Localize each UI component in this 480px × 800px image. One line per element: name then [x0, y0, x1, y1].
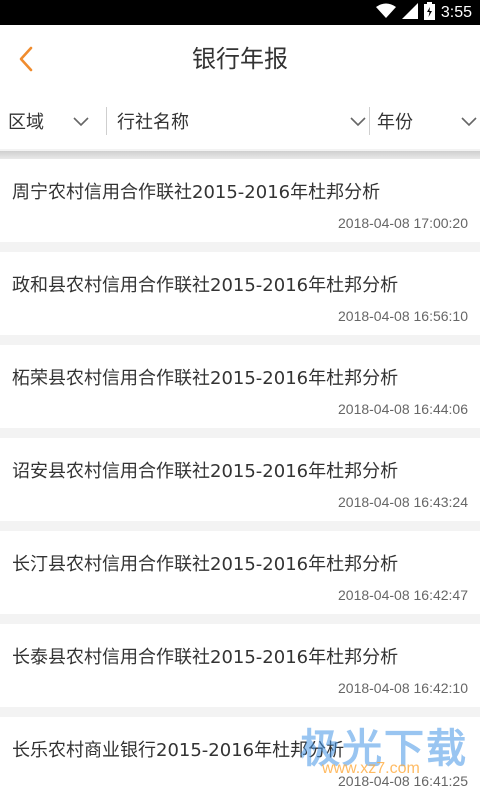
- battery-icon: [423, 1, 435, 25]
- report-time: 2018-04-08 16:42:47: [338, 587, 468, 603]
- filter-region-label: 区域: [8, 112, 44, 133]
- filter-year[interactable]: 年份: [370, 93, 480, 149]
- report-time: 2018-04-08 17:00:20: [338, 215, 468, 231]
- report-title: 长乐农村商业银行2015-2016年杜邦分析: [12, 740, 345, 761]
- filter-separator: [0, 151, 480, 159]
- chevron-left-icon: [19, 46, 33, 72]
- list-item[interactable]: 长泰县农村信用合作联社2015-2016年杜邦分析 2018-04-08 16:…: [0, 624, 480, 707]
- filter-region[interactable]: 区域: [0, 93, 106, 149]
- report-title: 柘荣县农村信用合作联社2015-2016年杜邦分析: [12, 368, 399, 389]
- filter-bar: 区域 行社名称 年份: [0, 93, 480, 149]
- report-time: 2018-04-08 16:43:24: [338, 494, 468, 510]
- watermark-url: www.xz7.com: [322, 760, 420, 777]
- chevron-down-icon: [461, 117, 477, 127]
- filter-bank-name-label: 行社名称: [117, 112, 189, 133]
- back-button[interactable]: [6, 37, 46, 81]
- report-title: 政和县农村信用合作联社2015-2016年杜邦分析: [12, 275, 399, 296]
- status-bar: 3:55: [0, 0, 480, 25]
- list-item[interactable]: 长汀县农村信用合作联社2015-2016年杜邦分析 2018-04-08 16:…: [0, 531, 480, 614]
- status-time: 3:55: [440, 4, 472, 21]
- report-title: 长汀县农村信用合作联社2015-2016年杜邦分析: [12, 554, 399, 575]
- header: 银行年报: [0, 25, 480, 94]
- filter-year-label: 年份: [377, 112, 413, 133]
- report-title: 周宁农村信用合作联社2015-2016年杜邦分析: [12, 182, 381, 203]
- list-item[interactable]: 柘荣县农村信用合作联社2015-2016年杜邦分析 2018-04-08 16:…: [0, 345, 480, 428]
- report-time: 2018-04-08 16:56:10: [338, 308, 468, 324]
- list-item[interactable]: 诏安县农村信用合作联社2015-2016年杜邦分析 2018-04-08 16:…: [0, 438, 480, 521]
- report-title: 诏安县农村信用合作联社2015-2016年杜邦分析: [12, 461, 399, 482]
- report-time: 2018-04-08 16:44:06: [338, 401, 468, 417]
- status-icons: 3:55: [375, 1, 472, 25]
- list-item[interactable]: 政和县农村信用合作联社2015-2016年杜邦分析 2018-04-08 16:…: [0, 252, 480, 335]
- filter-bank-name[interactable]: 行社名称: [107, 93, 369, 149]
- page-title: 银行年报: [192, 45, 288, 73]
- report-time: 2018-04-08 16:42:10: [338, 680, 468, 696]
- chevron-down-icon: [73, 117, 89, 127]
- watermark-logo: 极光下载 www.xz7.com: [300, 716, 470, 788]
- signal-icon: [401, 2, 418, 24]
- list-item[interactable]: 周宁农村信用合作联社2015-2016年杜邦分析 2018-04-08 17:0…: [0, 159, 480, 242]
- chevron-down-icon: [350, 117, 366, 127]
- report-title: 长泰县农村信用合作联社2015-2016年杜邦分析: [12, 647, 399, 668]
- wifi-icon: [375, 3, 396, 24]
